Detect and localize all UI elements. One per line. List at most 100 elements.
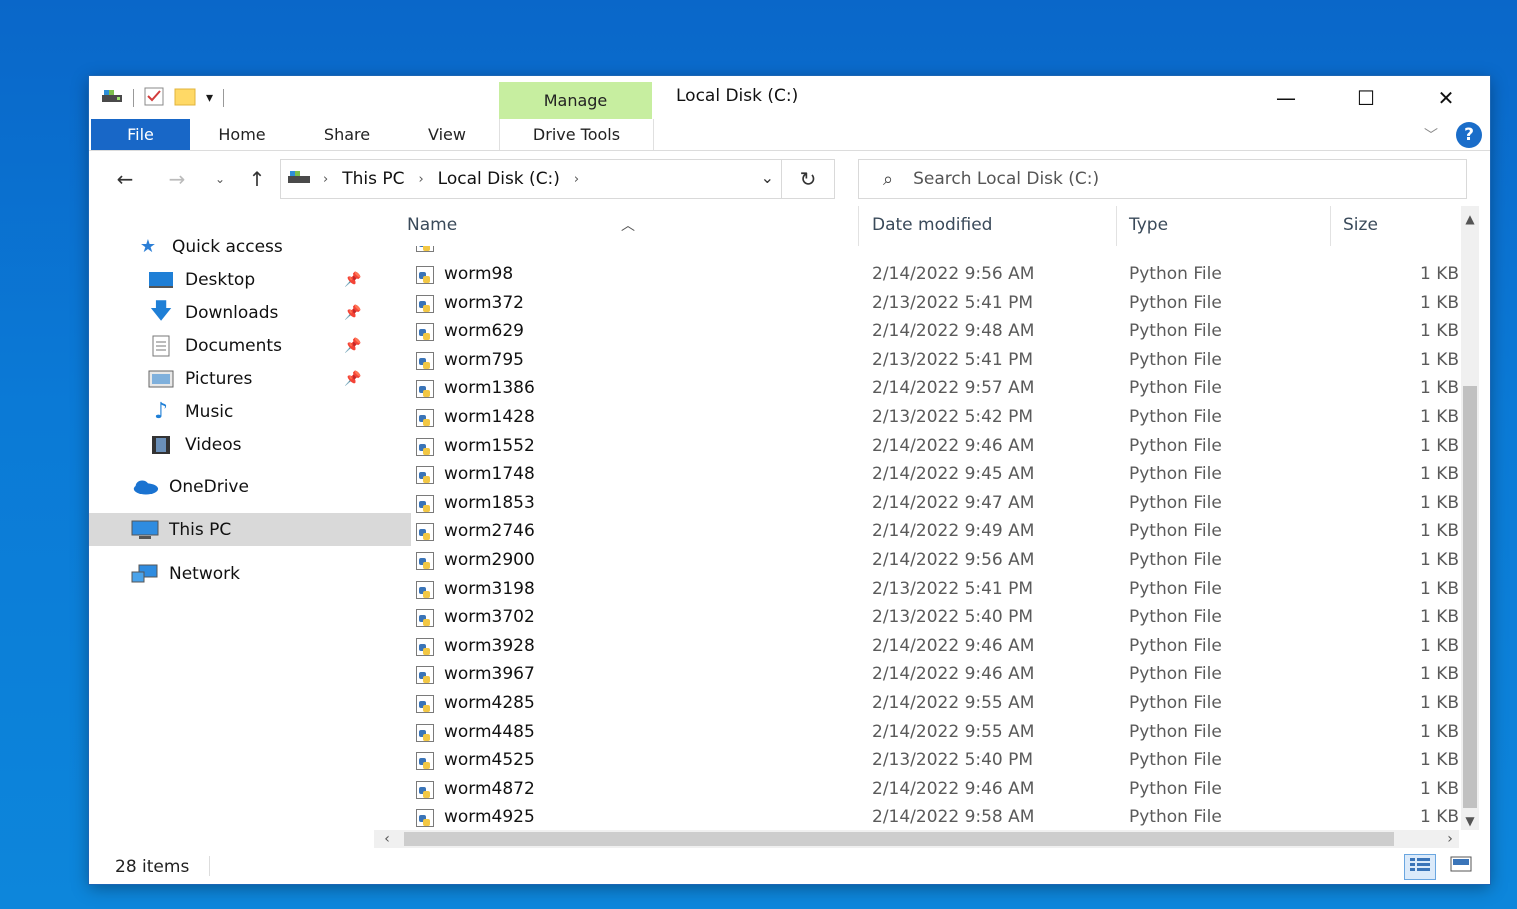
table-row[interactable]: worm98 2/14/2022 9:56 AM Python File 1 KB	[374, 260, 1459, 288]
column-divider[interactable]	[858, 206, 859, 246]
file-date-modified: 2/14/2022 9:57 AM	[872, 378, 1035, 399]
expand-ribbon-icon[interactable]: ﹀	[1424, 125, 1438, 145]
scroll-up-icon[interactable]: ▲	[1461, 210, 1479, 228]
horizontal-scroll-thumb[interactable]	[404, 832, 1394, 846]
large-icons-view-button[interactable]	[1446, 854, 1476, 878]
file-size: 1 KB	[1419, 550, 1459, 570]
file-date-modified: 2/14/2022 9:56 AM	[872, 264, 1035, 284]
file-size: 1 KB	[1419, 664, 1459, 685]
file-size: 1 KB	[1419, 407, 1459, 427]
breadcrumb-chevron-icon[interactable]: ›	[574, 172, 579, 187]
table-row[interactable]: worm629 2/14/2022 9:48 AM Python File 1 KB	[374, 317, 1459, 345]
breadcrumb-chevron-icon[interactable]: ›	[323, 172, 328, 187]
scroll-left-icon[interactable]: ‹	[378, 830, 396, 848]
table-row[interactable]: worm1428 2/13/2022 5:42 PM Python File 1 KB	[374, 403, 1459, 431]
new-folder-icon[interactable]	[174, 86, 196, 110]
maximize-icon: ☐	[1357, 85, 1375, 110]
forward-button[interactable]: →	[163, 163, 191, 195]
search-box[interactable]: ⌕ Search Local Disk (C:)	[858, 159, 1467, 199]
search-input[interactable]: Search Local Disk (C:)	[913, 169, 1099, 189]
tab-share[interactable]: Share	[304, 119, 390, 150]
python-file-icon	[416, 246, 434, 252]
scroll-down-icon[interactable]: ▼	[1461, 812, 1479, 830]
qat-divider-2	[223, 89, 225, 107]
vertical-scrollbar[interactable]: ▲ ▼	[1461, 206, 1479, 830]
horizontal-scrollbar[interactable]: ‹ ›	[374, 830, 1459, 848]
file-name: worm2746	[444, 521, 535, 542]
file-name: worm3928	[444, 635, 535, 656]
tab-drive-tools[interactable]: Drive Tools	[499, 119, 654, 150]
customize-qat-icon[interactable]: ▾	[206, 90, 213, 106]
pin-icon[interactable]: 📌	[344, 305, 361, 321]
table-row[interactable]: worm1853 2/14/2022 9:47 AM Python File 1 KB	[374, 489, 1459, 517]
table-row[interactable]: worm3702 2/13/2022 5:40 PM Python File 1 KB	[374, 603, 1459, 631]
table-row[interactable]: worm795 2/13/2022 5:41 PM Python File 1 KB	[374, 346, 1459, 374]
sidebar-item-label: Videos	[185, 434, 242, 455]
back-button[interactable]: ←	[111, 163, 139, 195]
drive-icon[interactable]	[101, 88, 123, 108]
column-name[interactable]: Name	[407, 215, 457, 235]
navigation-bar: ← → ⌄ ↑ › This PC › Local Disk (C:) › ⌄ …	[89, 159, 1490, 199]
pin-icon[interactable]: 📌	[344, 272, 361, 288]
breadcrumb-chevron-icon[interactable]: ›	[418, 172, 423, 187]
table-row[interactable]: worm1386 2/14/2022 9:57 AM Python File 1 KB	[374, 374, 1459, 402]
file-date-modified: 2/14/2022 9:46 AM	[872, 635, 1035, 656]
table-row[interactable]: worm4872 2/14/2022 9:46 AM Python File 1 KB	[374, 775, 1459, 803]
table-row[interactable]: worm4525 2/13/2022 5:40 PM Python File 1 KB	[374, 746, 1459, 774]
file-name: worm372	[444, 292, 525, 313]
table-row[interactable]: worm4285 2/14/2022 9:55 AM Python File 1 KB	[374, 689, 1459, 717]
breadcrumb-local-disk[interactable]: Local Disk (C:)	[438, 169, 560, 189]
table-row[interactable]: worm2900 2/14/2022 9:56 AM Python File 1 KB	[374, 546, 1459, 574]
address-dropdown-icon[interactable]: ⌄	[761, 168, 774, 187]
up-button[interactable]: ↑	[243, 163, 271, 195]
file-size: 1 KB	[1419, 292, 1459, 313]
sort-ascending-icon: ︿	[621, 218, 635, 234]
column-divider[interactable]	[1116, 206, 1117, 246]
file-name: worm795	[444, 349, 525, 370]
sidebar-item-network[interactable]: Network	[89, 557, 411, 590]
table-row[interactable]: worm3198 2/13/2022 5:41 PM Python File 1 KB	[374, 575, 1459, 603]
breadcrumb-this-pc[interactable]: This PC	[342, 169, 404, 189]
sidebar-item-label: Quick access	[172, 236, 283, 257]
column-type[interactable]: Type	[1129, 215, 1168, 235]
column-divider[interactable]	[1330, 206, 1331, 246]
properties-icon[interactable]	[144, 86, 164, 110]
tab-manage[interactable]: Manage	[499, 82, 652, 119]
maximize-button[interactable]: ☐	[1326, 76, 1406, 119]
scroll-right-icon[interactable]: ›	[1441, 830, 1459, 848]
recent-locations-button[interactable]: ⌄	[206, 163, 234, 195]
help-button[interactable]: ?	[1456, 122, 1482, 148]
file-type: Python File	[1129, 664, 1222, 685]
file-name: worm1853	[444, 492, 535, 513]
pin-icon[interactable]: 📌	[344, 338, 361, 354]
table-row[interactable]: worm4925 2/14/2022 9:58 AM Python File 1 KB	[374, 803, 1459, 830]
refresh-button[interactable]: ↻	[781, 160, 834, 198]
table-row[interactable]: worm2746 2/14/2022 9:49 AM Python File 1 KB	[374, 517, 1459, 545]
python-file-icon	[416, 266, 434, 284]
pin-icon[interactable]: 📌	[344, 371, 361, 387]
table-row[interactable]: worm372 2/13/2022 5:41 PM Python File 1 KB	[374, 289, 1459, 317]
file-type: Python File	[1129, 693, 1222, 713]
tab-view[interactable]: View	[407, 119, 487, 150]
minimize-button[interactable]: —	[1246, 76, 1326, 119]
tab-home[interactable]: Home	[199, 119, 285, 150]
column-size[interactable]: Size	[1343, 215, 1378, 235]
table-row[interactable]: worm4485 2/14/2022 9:55 AM Python File 1 KB	[374, 718, 1459, 746]
file-date-modified: 2/13/2022 5:40 PM	[872, 750, 1034, 771]
vertical-scroll-thumb[interactable]	[1463, 386, 1477, 808]
sidebar-item-onedrive[interactable]: OneDrive	[89, 470, 411, 503]
tab-file[interactable]: File	[91, 119, 190, 150]
close-button[interactable]: ✕	[1406, 76, 1486, 119]
details-view-button[interactable]	[1404, 854, 1436, 880]
file-size: 1 KB	[1419, 607, 1459, 628]
python-file-icon	[416, 780, 434, 799]
table-row[interactable]: worm1552 2/14/2022 9:46 AM Python File 1 KB	[374, 432, 1459, 460]
table-row[interactable]: worm3928 2/14/2022 9:46 AM Python File 1 KB	[374, 632, 1459, 660]
sidebar-item-this-pc[interactable]: This PC	[89, 513, 411, 546]
file-date-modified: 2/13/2022 5:40 PM	[872, 607, 1034, 628]
sidebar-item-quick-access[interactable]: ★ Quick access	[89, 230, 414, 263]
column-date-modified[interactable]: Date modified	[872, 215, 992, 235]
address-bar[interactable]: › This PC › Local Disk (C:) › ⌄ ↻	[280, 159, 835, 199]
table-row[interactable]: worm3967 2/14/2022 9:46 AM Python File 1 KB	[374, 660, 1459, 688]
table-row[interactable]: worm1748 2/14/2022 9:45 AM Python File 1 KB	[374, 460, 1459, 488]
